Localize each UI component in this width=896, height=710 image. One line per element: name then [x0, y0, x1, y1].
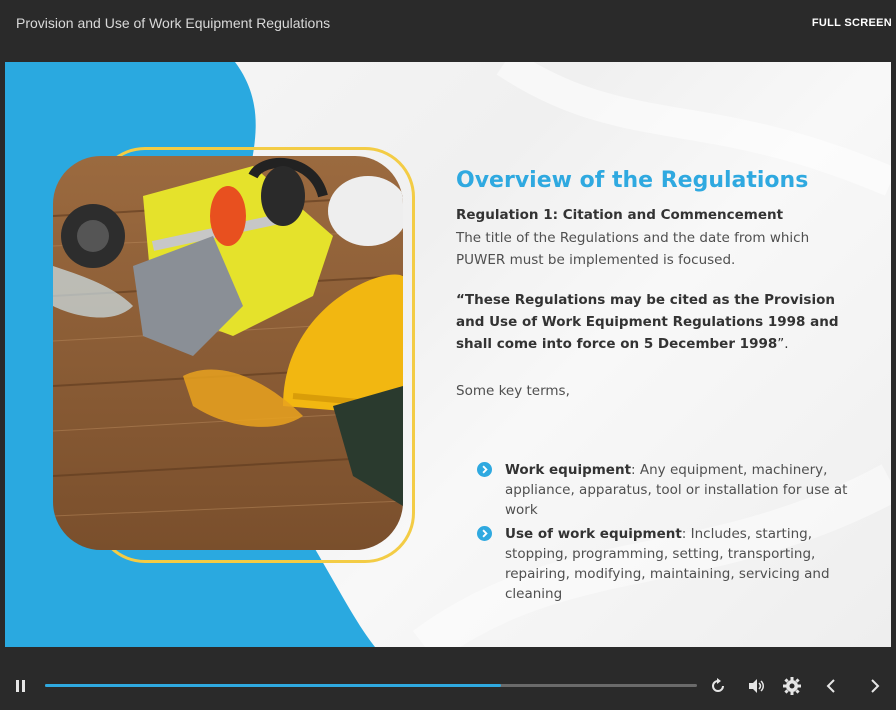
progress-bar[interactable]: [45, 684, 697, 687]
pause-button[interactable]: [10, 674, 32, 698]
pause-icon: [16, 680, 25, 692]
course-title: Provision and Use of Work Equipment Regu…: [16, 15, 331, 31]
previous-button[interactable]: [820, 674, 842, 698]
replay-button[interactable]: [707, 674, 729, 698]
chevron-right-icon: [871, 679, 880, 693]
slide-content: Overview of the Regulations Regulation 1…: [456, 168, 856, 399]
top-bar: Provision and Use of Work Equipment Regu…: [0, 0, 896, 48]
key-terms-list: Work equipment: Any equipment, machinery…: [477, 460, 857, 608]
regulation-description: The title of the Regulations and the dat…: [456, 230, 810, 268]
replay-icon: [712, 678, 724, 692]
term-label: Work equipment: [505, 462, 632, 478]
term-label: Use of work equipment: [505, 526, 682, 542]
progress-bar-fill: [45, 684, 502, 687]
slide-heading: Overview of the Regulations: [456, 168, 809, 193]
key-terms-intro: Some key terms,: [456, 383, 570, 399]
fullscreen-button[interactable]: FULL SCREEN: [812, 17, 892, 29]
chevron-right-circle-icon: [477, 526, 492, 541]
chevron-left-icon: [826, 679, 835, 693]
settings-icon: [783, 677, 801, 695]
list-item: Work equipment: Any equipment, machinery…: [477, 460, 857, 520]
settings-button[interactable]: [781, 674, 803, 698]
list-item: Use of work equipment: Includes, startin…: [477, 524, 857, 604]
regulation-title: Regulation 1: Citation and Commencement: [456, 207, 784, 223]
chevron-right-circle-icon: [477, 462, 492, 477]
regulation-quote: “These Regulations may be cited as the P…: [456, 289, 856, 355]
player-controls: [0, 662, 896, 710]
next-button[interactable]: [864, 674, 886, 698]
volume-button[interactable]: [745, 674, 767, 698]
safety-equipment-photo: [53, 156, 403, 550]
slide-canvas: Overview of the Regulations Regulation 1…: [5, 62, 891, 647]
quote-end: ”.: [777, 336, 789, 352]
volume-icon: [749, 679, 764, 693]
